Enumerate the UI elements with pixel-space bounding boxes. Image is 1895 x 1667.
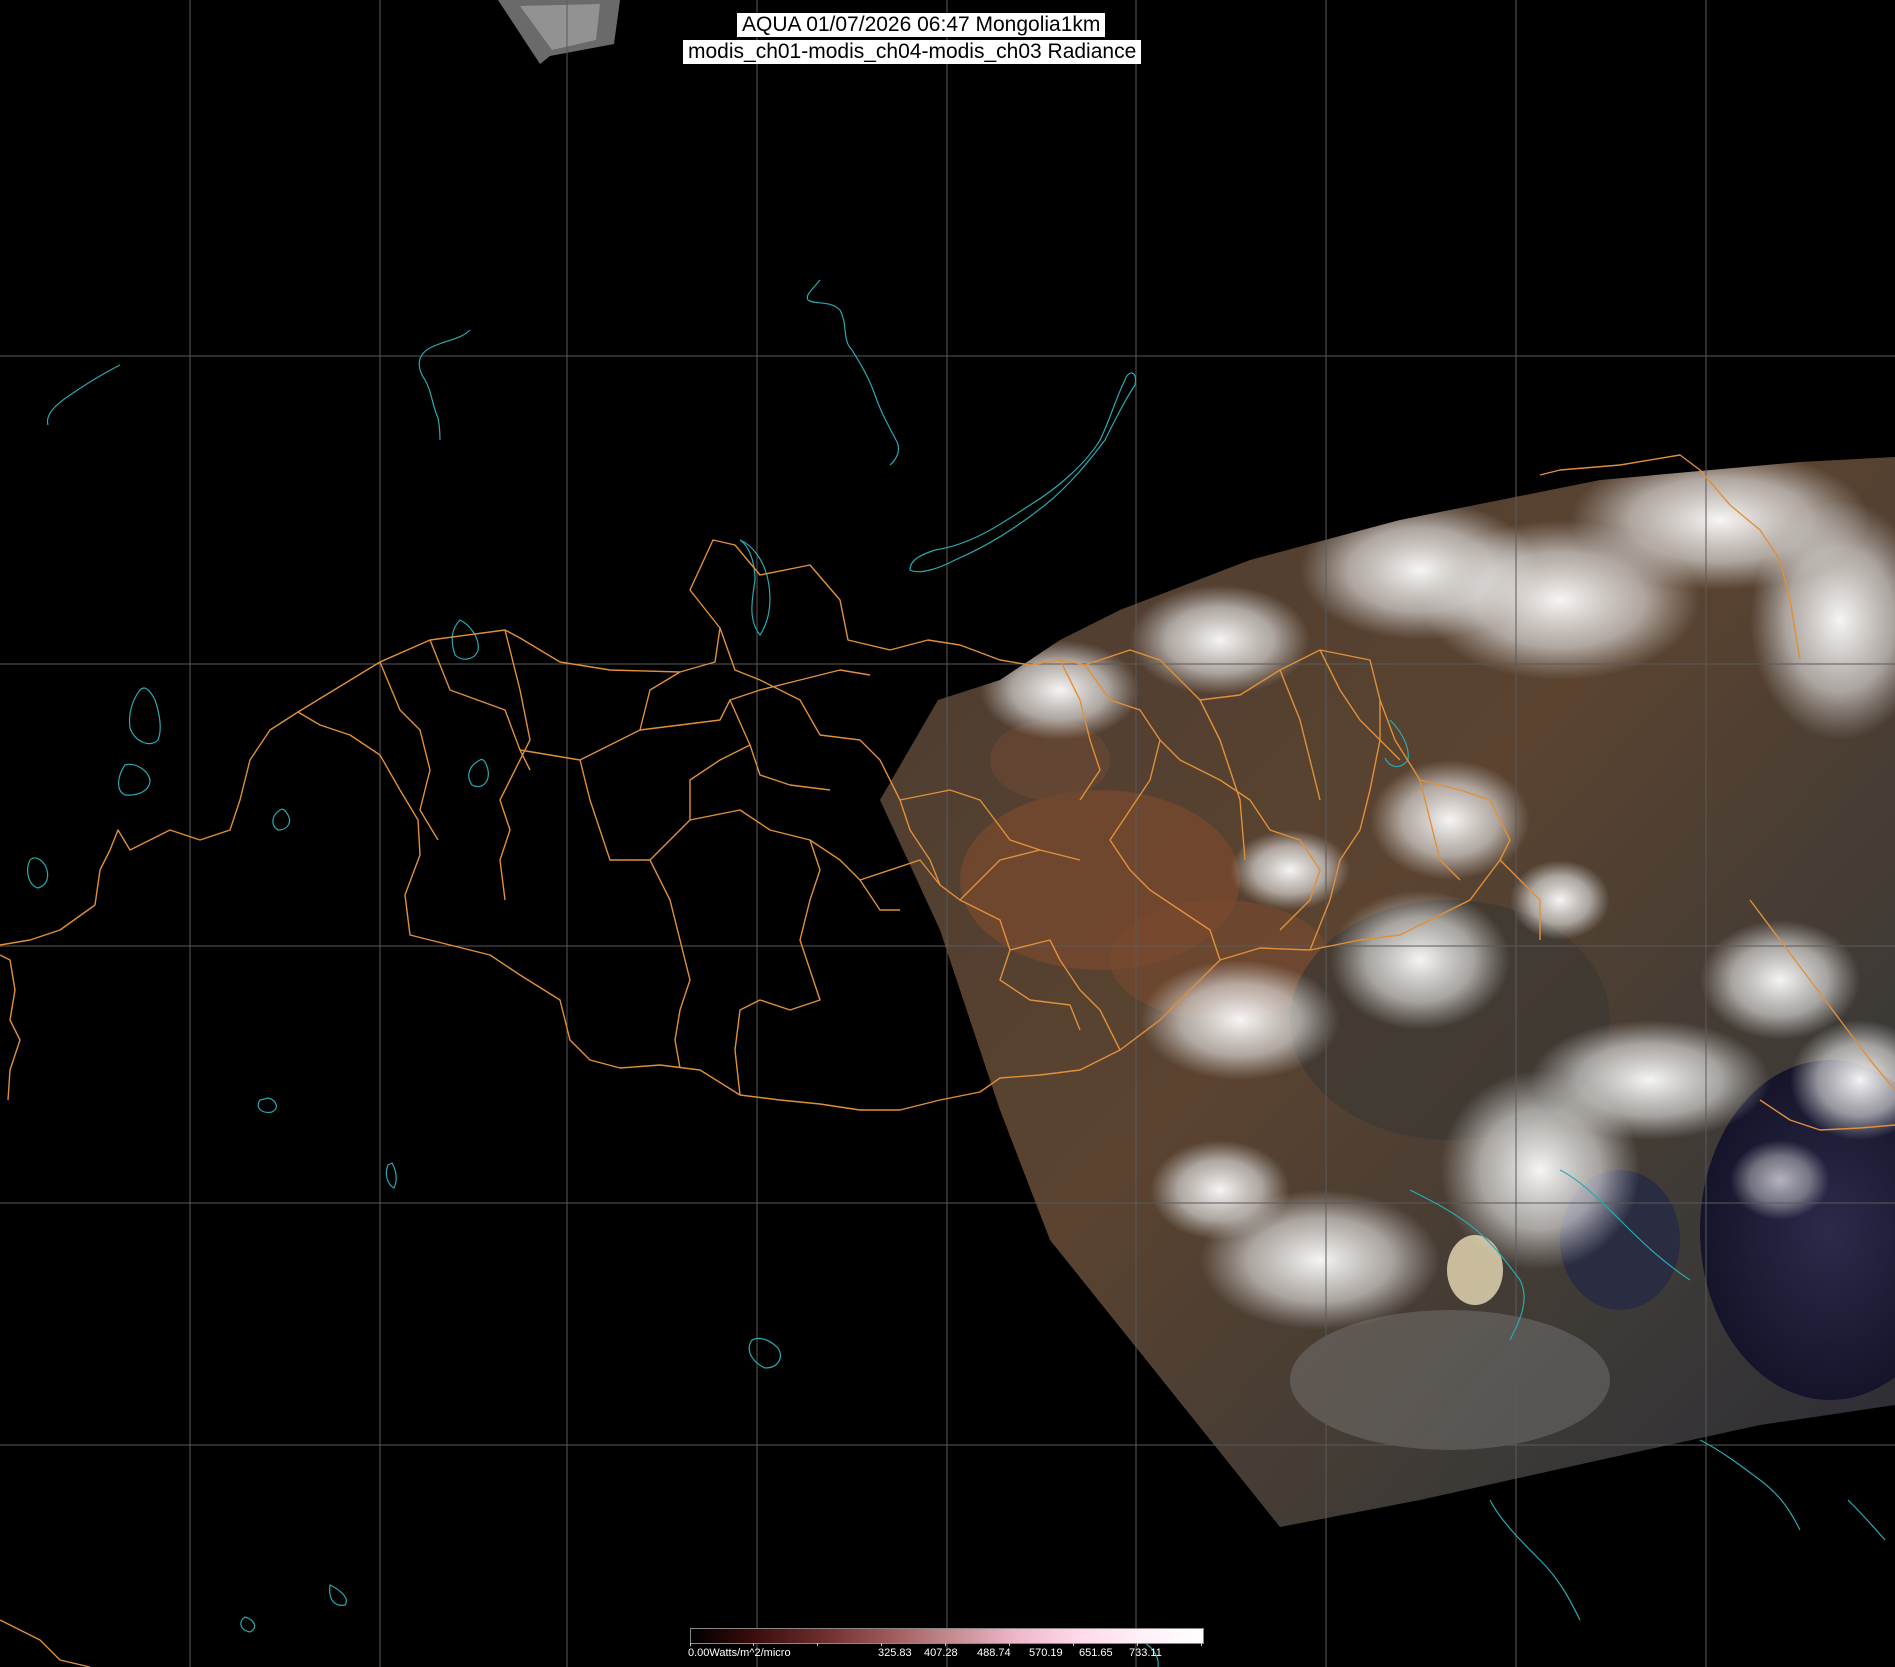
- colorbar-gradient: [690, 1628, 1204, 1644]
- image-title-line-2: modis_ch01-modis_ch04-modis_ch03 Radianc…: [683, 40, 1142, 64]
- colorbar-tick: [1009, 1643, 1010, 1646]
- colorbar-tick-label: 325.83: [878, 1647, 912, 1659]
- colorbar-tick-label: 488.74: [977, 1647, 1011, 1659]
- colorbar-tick-label: 407.28: [924, 1647, 958, 1659]
- colorbar-tick: [881, 1643, 882, 1646]
- colorbar-tick: [690, 1643, 691, 1646]
- colorbar-tick: [817, 1643, 818, 1646]
- satellite-imagery-swath: [880, 457, 1895, 1527]
- colorbar-tick: [1073, 1643, 1074, 1646]
- swath-fragment-top: [498, 0, 620, 64]
- colorbar-tick-label: 651.65: [1079, 1647, 1113, 1659]
- colorbar-legend: 0.00Watts/m^2/micro 325.83 407.28 488.74…: [686, 1625, 1206, 1665]
- colorbar-tick: [1201, 1643, 1202, 1646]
- colorbar-tick-label: 733.11: [1129, 1647, 1162, 1659]
- map-canvas[interactable]: [0, 0, 1895, 1667]
- colorbar-tick: [945, 1643, 946, 1646]
- image-title-line-1: AQUA 01/07/2026 06:47 Mongolia1km: [737, 13, 1106, 37]
- colorbar-unit-label: 0.00Watts/m^2/micro: [688, 1647, 791, 1659]
- colorbar-tick: [753, 1643, 754, 1646]
- satellite-map-viewer[interactable]: AQUA 01/07/2026 06:47 Mongolia1km modis_…: [0, 0, 1895, 1667]
- colorbar-tick: [1137, 1643, 1138, 1646]
- colorbar-tick-label: 570.19: [1029, 1647, 1063, 1659]
